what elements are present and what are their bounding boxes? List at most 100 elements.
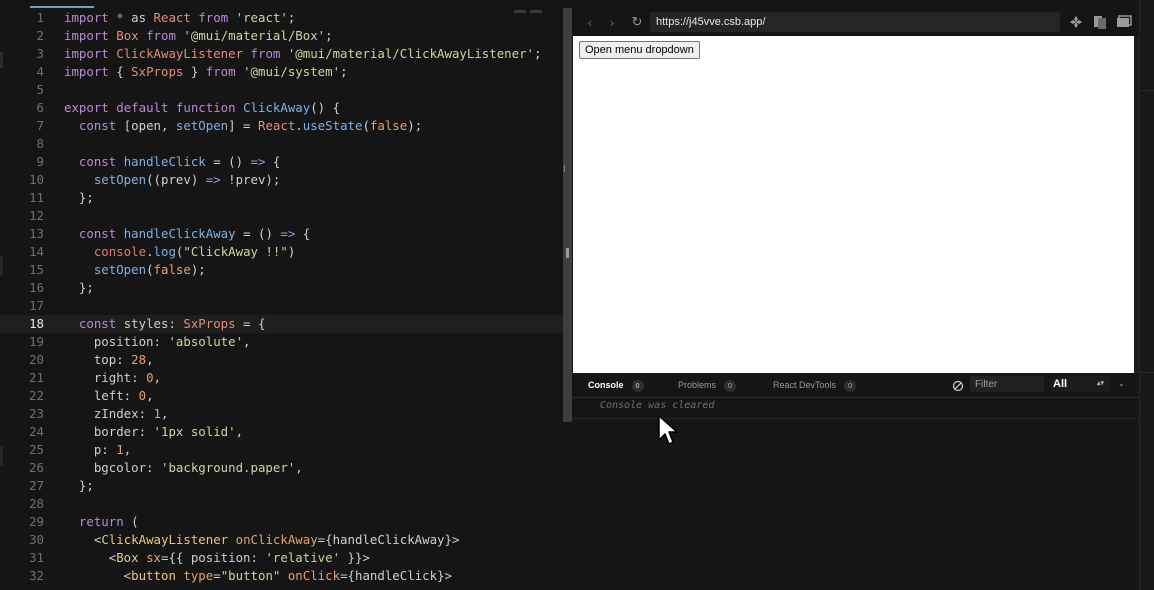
code-token: button [131,568,176,583]
code-text: left: 0, [64,387,154,405]
mouse-pointer-icon [658,415,678,445]
code-token: const [78,226,117,241]
line-number: 32 [29,568,44,583]
code-line[interactable]: 16 }; [0,279,572,297]
line-number: 23 [29,406,44,421]
line-number: 28 [29,496,44,511]
code-text: const [open, setOpen] = React.useState(f… [64,117,422,135]
editor-scrollbar[interactable] [563,8,572,422]
log-level-select[interactable]: All ▴▾ [1050,376,1110,392]
code-token: handleClick [123,154,206,169]
code-token: import [64,46,109,61]
code-line[interactable]: 22 left: 0, [0,387,572,405]
window-icon[interactable] [1116,14,1132,30]
reload-icon[interactable]: ↻ [629,14,645,30]
code-text: zIndex: 1, [64,405,169,423]
code-line[interactable]: 10 setOpen((prev) => !prev); [0,171,572,189]
code-token: zIndex: [64,406,154,421]
line-number: 30 [29,532,44,547]
code-token: const [78,118,117,133]
open-menu-dropdown-button[interactable]: Open menu dropdown [579,41,700,59]
code-line[interactable]: 27 }; [0,477,572,495]
clear-console-icon[interactable] [952,379,964,392]
code-text: bgcolor: 'background.paper', [64,459,303,477]
devtools-tabs: Console 0 Problems 0 React DevTools 0 All ▴▾… [572,373,1139,398]
code-token: p: [64,442,117,457]
code-token: { [295,226,311,241]
code-text: const styles: SxProps = { [64,315,266,333]
code-line[interactable]: 20 top: 28, [0,351,572,369]
code-token: { [265,154,281,169]
code-token: ClickAwayListener [116,46,244,61]
code-token: setOpen [93,262,147,277]
open-external-icon[interactable] [1068,14,1084,30]
code-token: ClickAwayListener [101,532,229,547]
code-token: !prev); [220,172,281,187]
code-line[interactable]: 17 [0,297,572,315]
code-line[interactable]: 8 [0,135,572,153]
code-line[interactable]: 19 position: 'absolute', [0,333,572,351]
code-line[interactable]: 7 const [open, setOpen] = React.useState… [0,117,572,135]
code-line[interactable]: 26 bgcolor: 'background.paper', [0,459,572,477]
line-number: 10 [29,172,44,187]
line-number: 27 [29,478,44,493]
back-arrow-icon[interactable]: ‹ [582,14,598,30]
code-token: = () [205,154,251,169]
code-token: ); [407,118,423,133]
code-line[interactable]: 13 const handleClickAway = () => { [0,225,572,243]
url-input[interactable]: https://j45vve.csb.app/ [650,12,1060,32]
code-token: React [257,118,296,133]
tab-problems[interactable]: Problems 0 [678,378,737,392]
code-line[interactable]: 18 const styles: SxProps = { [0,315,572,333]
code-token: false [369,118,408,133]
filter-input[interactable] [970,376,1044,392]
code-line[interactable]: 21 right: 0, [0,369,572,387]
code-line[interactable]: 25 p: 1, [0,441,572,459]
code-line[interactable]: 14 console.log("ClickAway !!") [0,243,572,261]
line-number: 2 [36,28,44,43]
code-token: < [64,568,132,583]
code-line[interactable]: 3 import ClickAwayListener from '@mui/mat… [0,45,572,63]
code-editor[interactable]: 1 import * as React from 'react'; 2 import … [0,0,572,590]
code-line[interactable]: 12 [0,207,572,225]
code-line[interactable]: 32 <button type="button" onClick={handle… [0,567,572,585]
browser-toolbar: ‹ › ↻ https://j45vve.csb.app/ [572,8,1139,36]
code-token: setOpen [93,172,147,187]
code-line[interactable]: 1 import * as React from 'react'; [0,9,572,27]
code-line[interactable]: 5 [0,81,572,99]
code-line[interactable]: 30 <ClickAwayListener onClickAway={handl… [0,531,572,549]
code-line[interactable]: 2 import Box from '@mui/material/Box'; [0,27,572,45]
code-line[interactable]: 29 return ( [0,513,572,531]
line-number: 9 [36,154,44,169]
line-number: 25 [29,442,44,457]
code-text: p: 1, [64,441,131,459]
preview-iframe[interactable]: Open menu dropdown [573,36,1134,373]
code-line[interactable]: 6 export default function ClickAway() { [0,99,572,117]
code-token: 'absolute' [168,334,244,349]
code-line[interactable]: 23 zIndex: 1, [0,405,572,423]
forward-arrow-icon[interactable]: › [604,14,620,30]
code-line[interactable]: 24 border: '1px solid', [0,423,572,441]
code-line[interactable]: 9 const handleClick = () => { [0,153,572,171]
chevron-down-icon[interactable]: ⌄ [1118,378,1128,390]
code-line[interactable]: 28 [0,495,572,513]
tab-react-devtools[interactable]: React DevTools 0 [773,378,857,392]
code-line[interactable]: 4 import { SxProps } from '@mui/system'; [0,63,572,81]
tab-console[interactable]: Console 0 [588,378,644,392]
line-number: 12 [29,208,44,223]
split-view-icon[interactable] [1092,14,1108,30]
code-line[interactable]: 11 }; [0,189,572,207]
line-number: 29 [29,514,44,529]
code-line[interactable]: 31 <Box sx={{ position: 'relative' }}> [0,549,572,567]
code-line[interactable]: 15 setOpen(false); [0,261,572,279]
scrollbar-thumb[interactable] [566,248,569,258]
tab-label: Console [588,380,624,390]
line-number: 13 [29,226,44,241]
code-token: [open, [116,118,176,133]
